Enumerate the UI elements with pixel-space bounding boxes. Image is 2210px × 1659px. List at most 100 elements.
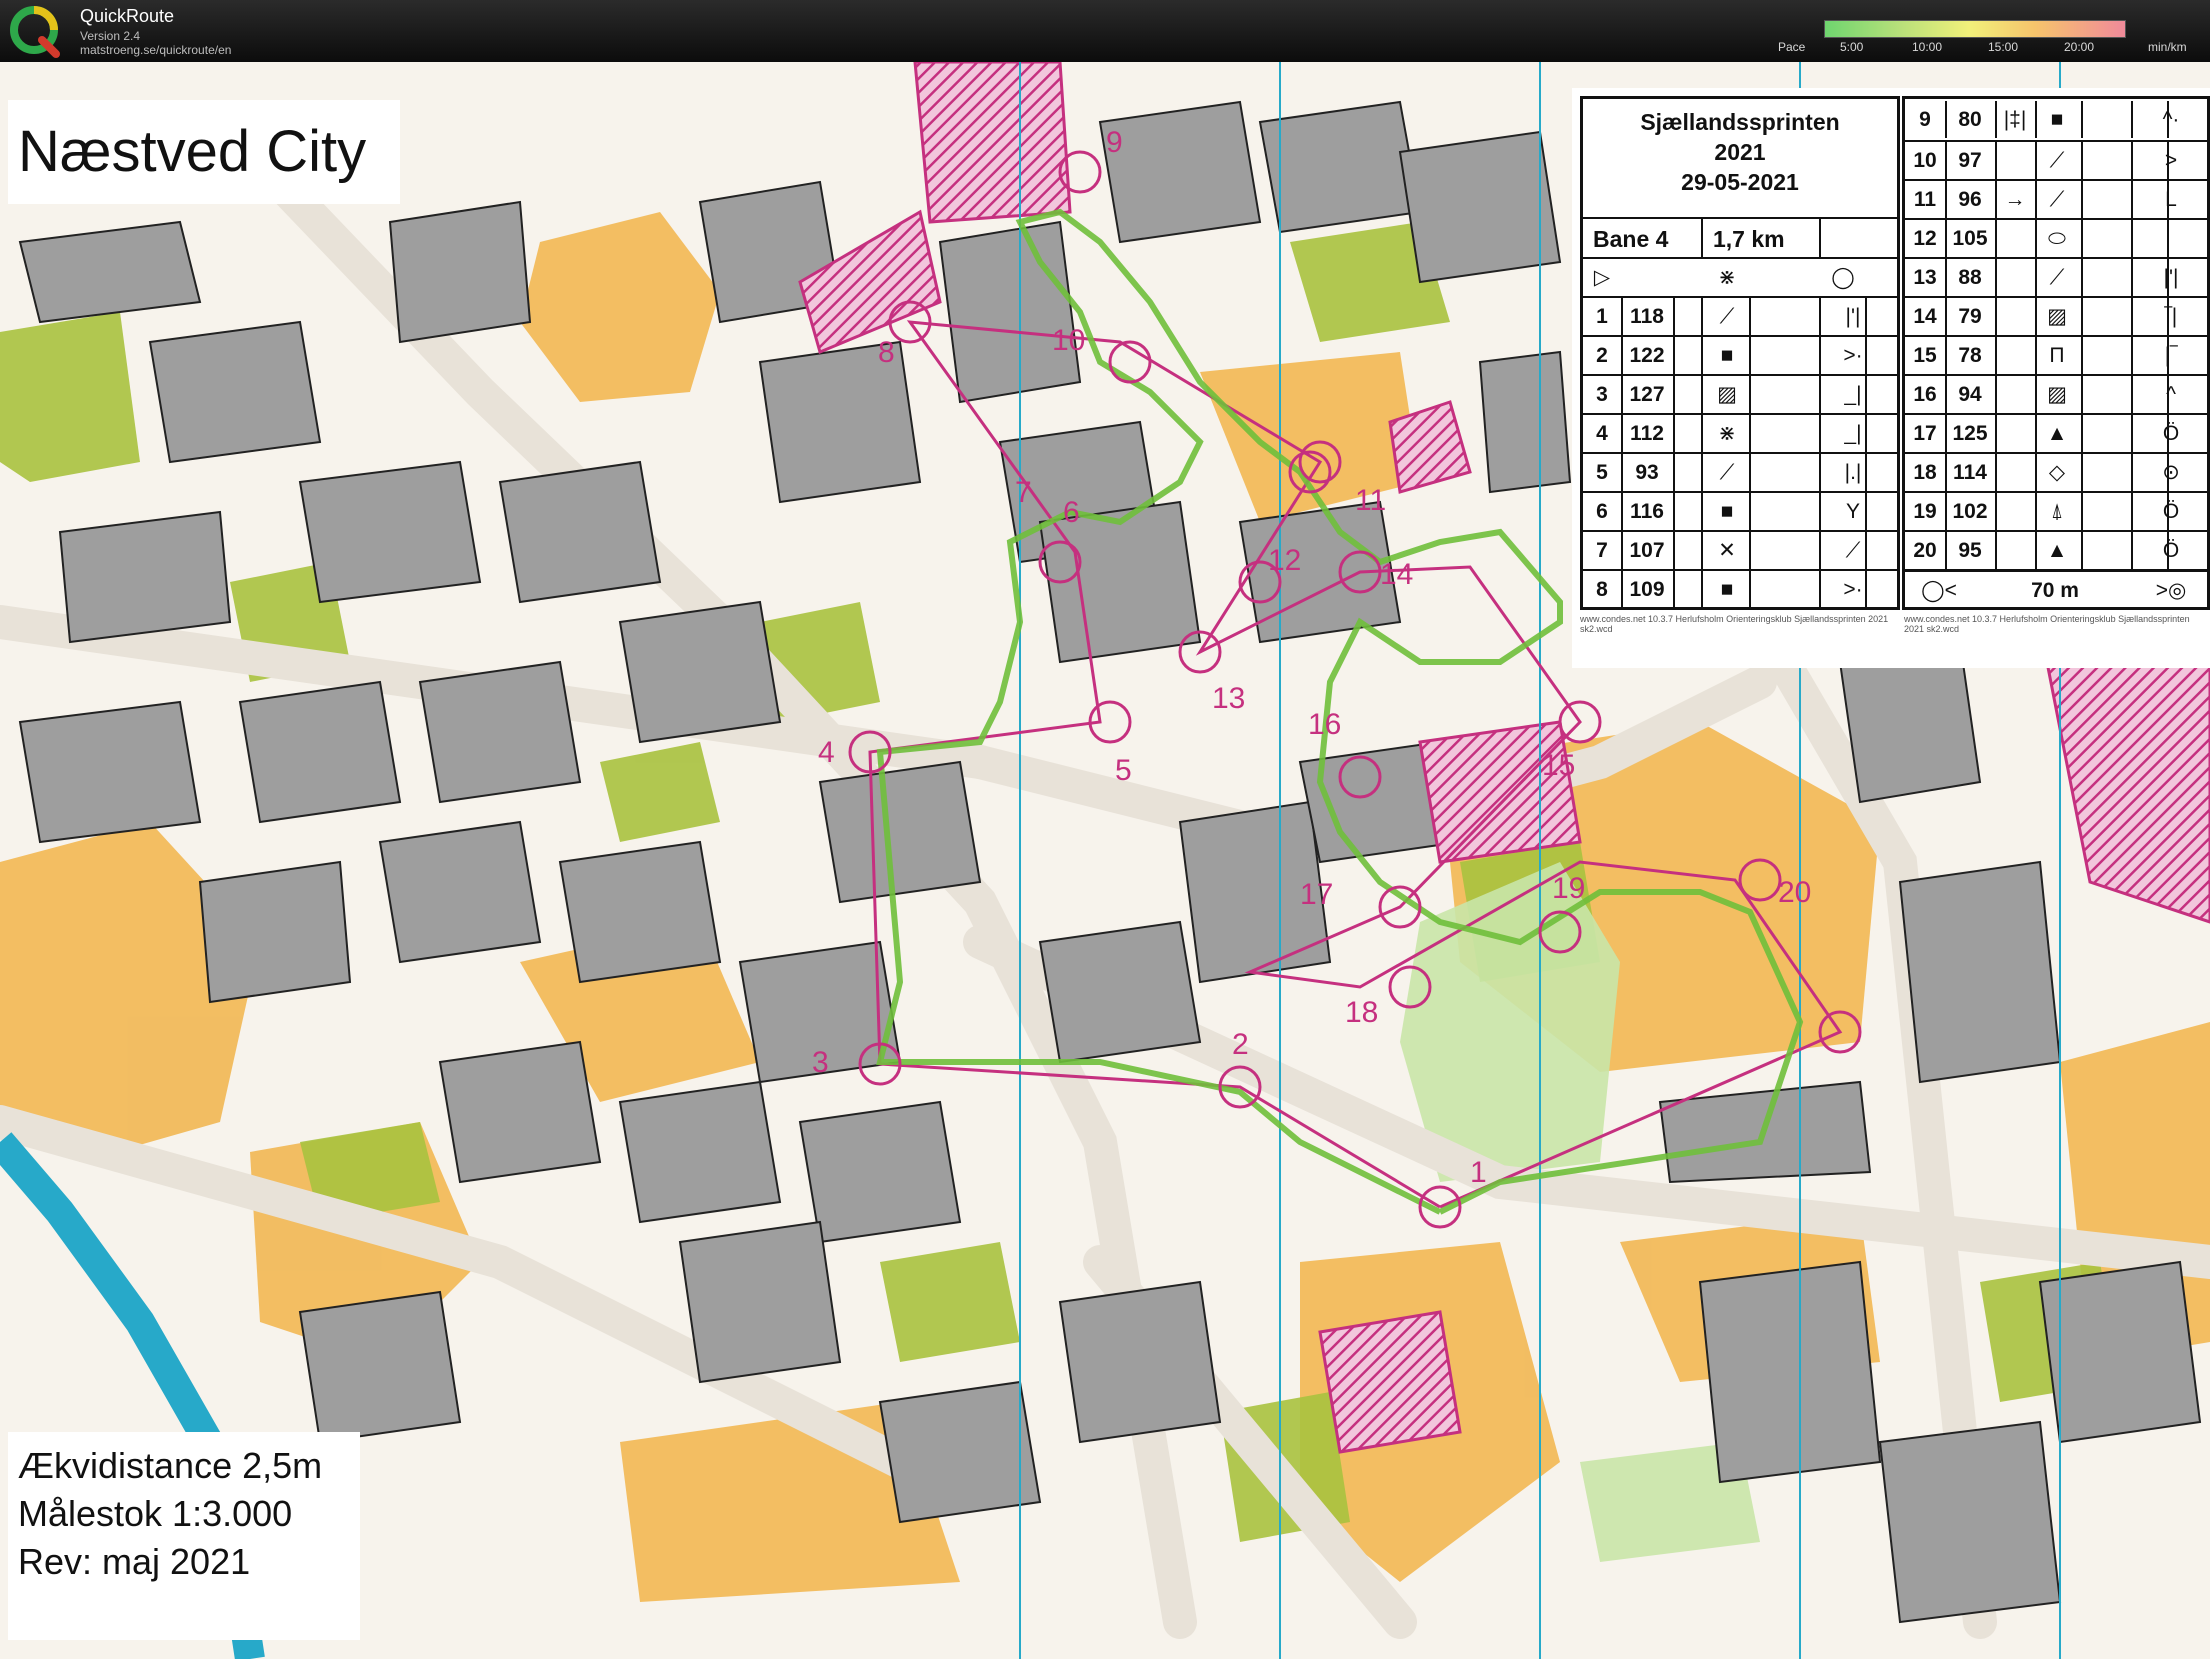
control-label-19: 19 [1552, 872, 1585, 905]
control-code: 93 [1635, 461, 1659, 484]
control-number: 19 [1913, 500, 1937, 523]
control-detail-icon: ⟋ [1845, 539, 1861, 562]
control-prefix-icon [1995, 142, 2035, 179]
start-triangle-icon: ▷ [1593, 266, 1611, 289]
control-detail-icon: L [2165, 188, 2177, 211]
control-label-17: 17 [1300, 878, 1333, 911]
control-description-row: 10 97 ⟋ > [1905, 140, 2207, 179]
event-name: Sjællandssprinten [1640, 109, 1840, 135]
app-header: QuickRoute Version 2.4 matstroeng.se/qui… [0, 0, 2210, 62]
control-number: 18 [1913, 461, 1937, 484]
event-year: 2021 [1714, 139, 1766, 165]
control-code: 105 [1952, 227, 1988, 250]
event-date: 29-05-2021 [1681, 169, 1799, 195]
control-label-6: 6 [1063, 496, 1080, 529]
pace-color-scale [1824, 20, 2126, 38]
control-feature-icon: ▲ [2046, 422, 2068, 445]
control-detail-icon: |'| [1845, 305, 1861, 328]
control-feature-icon: ⋇ [1718, 422, 1736, 445]
control-description-row: 13 88 ⟋ |'| [1905, 257, 2207, 296]
start-extra-icon: ◯ [1831, 266, 1855, 289]
control-code: 116 [1630, 500, 1664, 523]
app-title: QuickRoute [80, 6, 175, 26]
control-code: 112 [1630, 422, 1664, 445]
control-description-row: 17 125 ▲ Ö [1905, 413, 2207, 452]
control-number: 13 [1913, 266, 1937, 289]
control-label-5: 5 [1115, 754, 1132, 787]
control-code: 109 [1629, 578, 1665, 601]
control-prefix-icon: → [2004, 188, 2026, 211]
app-url[interactable]: matstroeng.se/quickroute/en [80, 43, 231, 57]
control-detail-icon: _| [1844, 422, 1862, 445]
control-description-row: 16 94 ▨ ^ [1905, 374, 2207, 413]
control-detail-icon: ⊙ [2162, 461, 2180, 484]
control-number: 1 [1596, 305, 1608, 328]
control-detail-icon: > [2164, 149, 2178, 172]
pace-unit: min/km [2148, 40, 2187, 54]
control-number: 7 [1596, 539, 1608, 562]
control-feature-icon: ✕ [1718, 539, 1736, 562]
control-description-sheet: Sjællandssprinten 2021 29-05-2021 Bane 4… [1572, 88, 2210, 668]
control-label-8: 8 [878, 336, 895, 369]
control-label-16: 16 [1308, 708, 1341, 741]
map-info-box: Ækvidistance 2,5m Målestok 1:3.000 Rev: … [8, 1432, 360, 1640]
control-number: 8 [1596, 578, 1608, 601]
control-prefix-icon [1995, 259, 2035, 296]
credit-left: www.condes.net 10.3.7 Herlufsholm Orient… [1580, 614, 1889, 634]
equidistance-text: Ækvidistance 2,5m [18, 1445, 323, 1486]
pace-tick: 10:00 [1912, 40, 1943, 54]
control-number: 9 [1919, 108, 1931, 131]
control-feature-icon: ■ [1720, 500, 1734, 523]
control-detail-icon: |'| [2163, 266, 2179, 289]
control-number: 20 [1913, 539, 1937, 562]
pace-tick: 20:00 [2064, 40, 2095, 54]
control-number: 5 [1596, 461, 1608, 484]
control-prefix-icon: |‡| [2003, 108, 2027, 131]
control-description-row: 3 127 ▨ _| [1583, 374, 1897, 413]
control-number: 12 [1913, 227, 1937, 250]
control-feature-icon: Π [2049, 344, 2065, 367]
control-code: 102 [1952, 500, 1988, 523]
finish-row: ◯< 70 m >◎ [1905, 569, 2207, 608]
quickroute-window: QuickRoute Version 2.4 matstroeng.se/qui… [0, 0, 2210, 1659]
control-detail-icon: Ö [2162, 422, 2180, 445]
control-description-row: 2 122 ■ >· [1583, 335, 1897, 374]
control-description-row: 11 96 → ⟋ L [1905, 179, 2207, 218]
control-detail-icon: Y [1845, 500, 1860, 523]
scale-text: Målestok 1:3.000 [18, 1493, 293, 1534]
control-detail-icon [2141, 220, 2201, 257]
control-label-12: 12 [1268, 544, 1301, 577]
map-title: Næstved City [8, 100, 400, 204]
control-feature-icon: ⟋ [1719, 461, 1735, 484]
control-description-row: 18 114 ◇ ⊙ [1905, 452, 2207, 491]
pace-label: Pace [1778, 40, 1806, 54]
course-distance: 1,7 km [1713, 226, 1785, 252]
control-label-4: 4 [818, 736, 835, 769]
control-feature-icon: ■ [1720, 578, 1734, 601]
control-number: 17 [1913, 422, 1937, 445]
control-feature-icon: ⍋ [2050, 500, 2064, 523]
start-feature-icon: ⋇ [1718, 266, 1736, 289]
control-label-18: 18 [1345, 996, 1378, 1029]
control-number: 4 [1596, 422, 1608, 445]
control-description-row: 7 107 ✕ ⟋ [1583, 530, 1897, 569]
orienteering-map[interactable]: 1 2 3 4 5 6 7 8 9 10 11 12 13 14 15 16 1… [0, 62, 2210, 1659]
control-description-row: 20 95 ▲ Ö [1905, 530, 2207, 569]
start-row: ▷ ⋇ ◯ [1583, 257, 1897, 296]
control-feature-icon: ▨ [1717, 383, 1737, 406]
control-description-row: 19 102 ⍋ Ö [1905, 491, 2207, 530]
control-description-row: 9 80 |‡| ■ ^· [1905, 101, 2207, 140]
control-label-10: 10 [1052, 324, 1085, 357]
control-number: 11 [1913, 188, 1937, 211]
control-code: 118 [1630, 305, 1664, 328]
control-description-row: 4 112 ⋇ _| [1583, 413, 1897, 452]
control-label-7: 7 [1015, 476, 1032, 509]
control-description-row: 5 93 ⟋ |.| [1583, 452, 1897, 491]
control-feature-icon: ⟋ [2049, 266, 2065, 289]
control-prefix-icon [1995, 376, 2035, 413]
control-number: 10 [1913, 149, 1937, 172]
control-number: 15 [1913, 344, 1937, 367]
course-name: Bane 4 [1593, 226, 1669, 252]
quickroute-logo-icon [10, 6, 60, 58]
control-code: 94 [1958, 383, 1982, 406]
